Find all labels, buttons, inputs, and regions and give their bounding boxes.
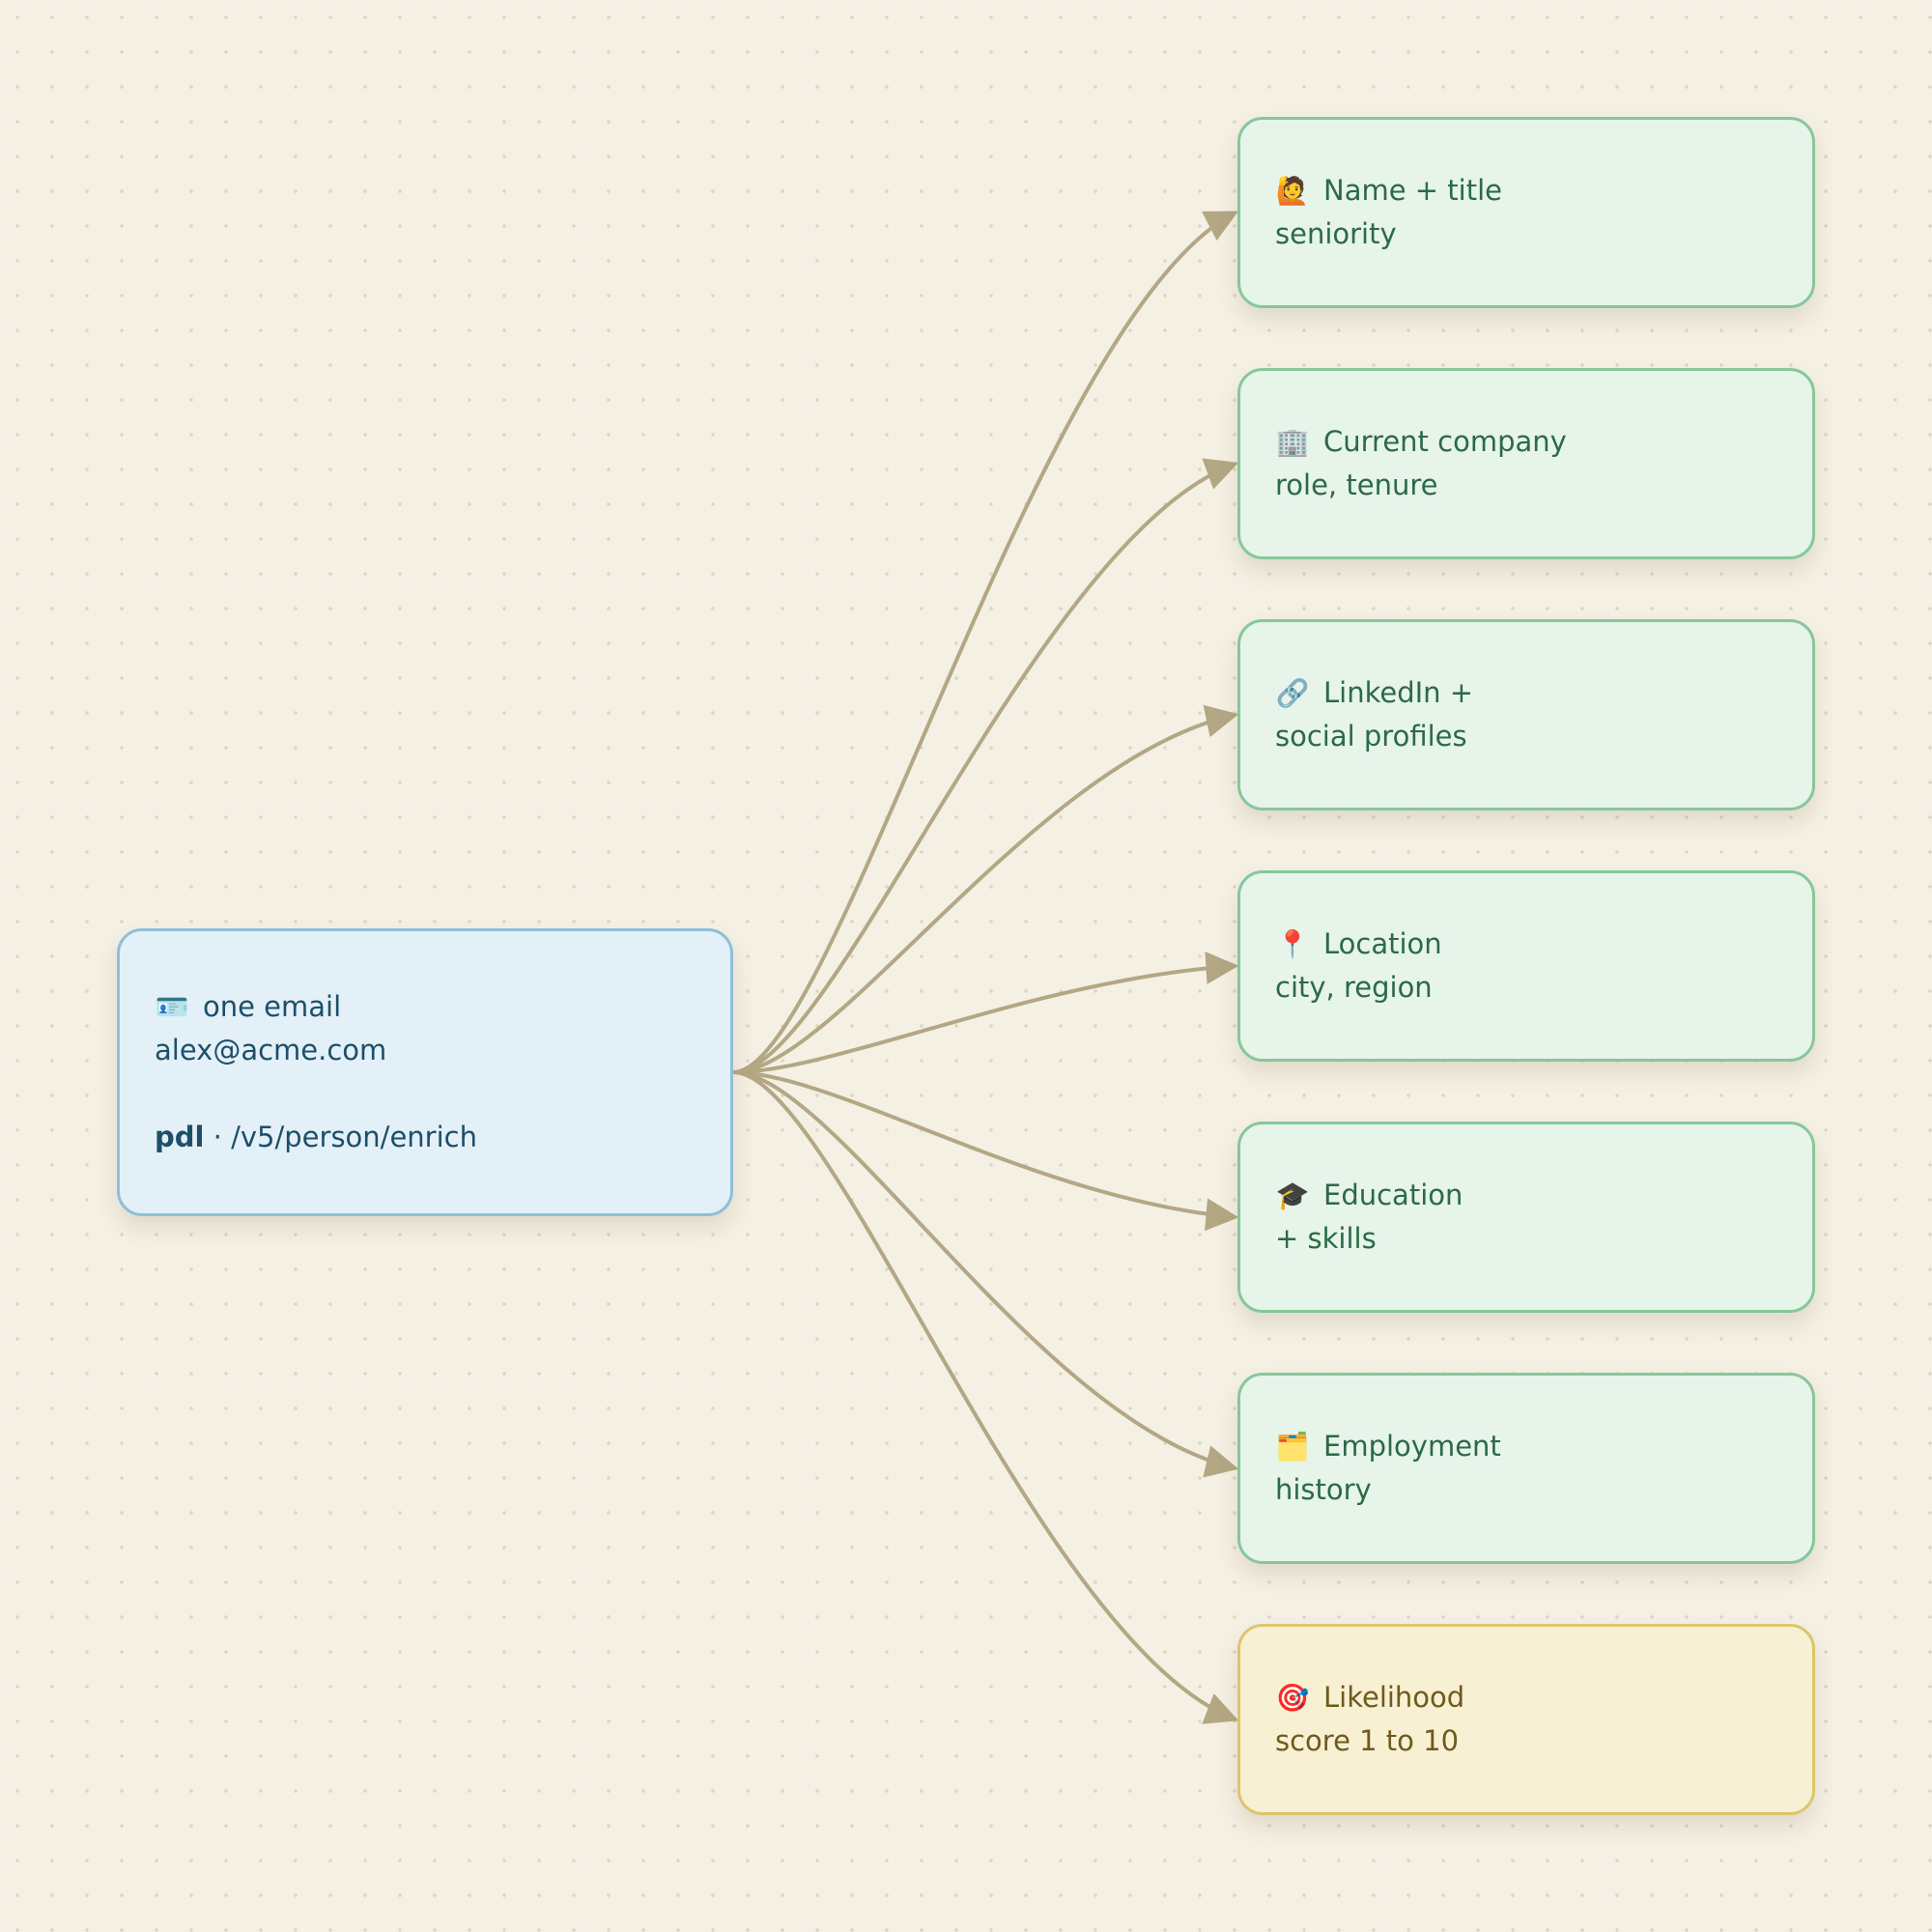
- target-title: Name + title: [1323, 174, 1502, 207]
- target-subtitle: score 1 to 10: [1275, 1724, 1460, 1757]
- target-title: Location: [1323, 927, 1442, 960]
- target-subtitle: history: [1275, 1473, 1372, 1506]
- separator: ·: [204, 1121, 232, 1153]
- edge-group: [732, 211, 1239, 1724]
- target-title-line: 🏢 Current company: [1275, 420, 1777, 464]
- target-subtitle: city, region: [1275, 971, 1433, 1004]
- office-building-icon: 🏢: [1275, 426, 1310, 458]
- source-endpoint-line: pdl · /v5/person/enrich: [155, 1116, 696, 1159]
- edge-to-target-6: [732, 1070, 1239, 1724]
- target-title-line: 🙋 Name + title: [1275, 169, 1777, 213]
- card-index-dividers-icon: 🗂️: [1275, 1431, 1310, 1463]
- endpoint-path: /v5/person/enrich: [231, 1121, 477, 1153]
- edge-to-target-1: [732, 458, 1239, 1074]
- edge-to-target-4: [732, 1070, 1239, 1232]
- target-title: Current company: [1323, 425, 1567, 458]
- map-pin-icon: 📍: [1275, 928, 1310, 960]
- target-node-location[interactable]: 📍 Location city, region: [1237, 870, 1815, 1062]
- brand-label: pdl: [155, 1121, 205, 1153]
- diagram-canvas: 🪪 one email alex@acme.com pdl · /v5/perso…: [0, 0, 1932, 1932]
- target-title: Education: [1323, 1179, 1463, 1211]
- target-subtitle: + skills: [1275, 1222, 1377, 1255]
- target-icon: 🎯: [1275, 1682, 1310, 1714]
- target-node-name-title[interactable]: 🙋 Name + title seniority: [1237, 117, 1815, 308]
- target-title-line: 📍 Location: [1275, 923, 1777, 966]
- target-node-education[interactable]: 🎓 Education + skills: [1237, 1122, 1815, 1313]
- person-raising-hand-icon: 🙋: [1275, 175, 1310, 207]
- target-node-employment[interactable]: 🗂️ Employment history: [1237, 1373, 1815, 1564]
- edge-to-target-2: [732, 704, 1239, 1074]
- source-title-line: 🪪 one email: [155, 985, 696, 1029]
- target-node-linkedin[interactable]: 🔗 LinkedIn + social profiles: [1237, 619, 1815, 810]
- target-title-line: 🎯 Likelihood: [1275, 1676, 1777, 1719]
- target-title-line: 🎓 Education: [1275, 1174, 1777, 1217]
- edge-to-target-5: [732, 1070, 1239, 1478]
- source-email: alex@acme.com: [155, 1034, 387, 1066]
- link-icon: 🔗: [1275, 677, 1310, 709]
- target-title: Employment: [1323, 1430, 1501, 1463]
- edge-to-target-3: [732, 951, 1239, 1074]
- edge-to-target-0: [732, 211, 1239, 1074]
- target-subtitle: role, tenure: [1275, 469, 1438, 501]
- target-subtitle: seniority: [1275, 217, 1397, 250]
- graduation-cap-icon: 🎓: [1275, 1179, 1310, 1211]
- target-subtitle: social profiles: [1275, 720, 1467, 753]
- source-spacer: [155, 1072, 696, 1116]
- source-title: one email: [203, 990, 342, 1023]
- target-title-line: 🗂️ Employment: [1275, 1425, 1777, 1468]
- target-node-likelihood[interactable]: 🎯 Likelihood score 1 to 10: [1237, 1624, 1815, 1815]
- target-node-current-company[interactable]: 🏢 Current company role, tenure: [1237, 368, 1815, 559]
- target-title-line: 🔗 LinkedIn +: [1275, 671, 1777, 715]
- target-title: LinkedIn +: [1323, 676, 1474, 709]
- id-card-icon: 🪪: [155, 991, 189, 1023]
- target-title: Likelihood: [1323, 1681, 1465, 1714]
- source-node[interactable]: 🪪 one email alex@acme.com pdl · /v5/perso…: [117, 928, 733, 1216]
